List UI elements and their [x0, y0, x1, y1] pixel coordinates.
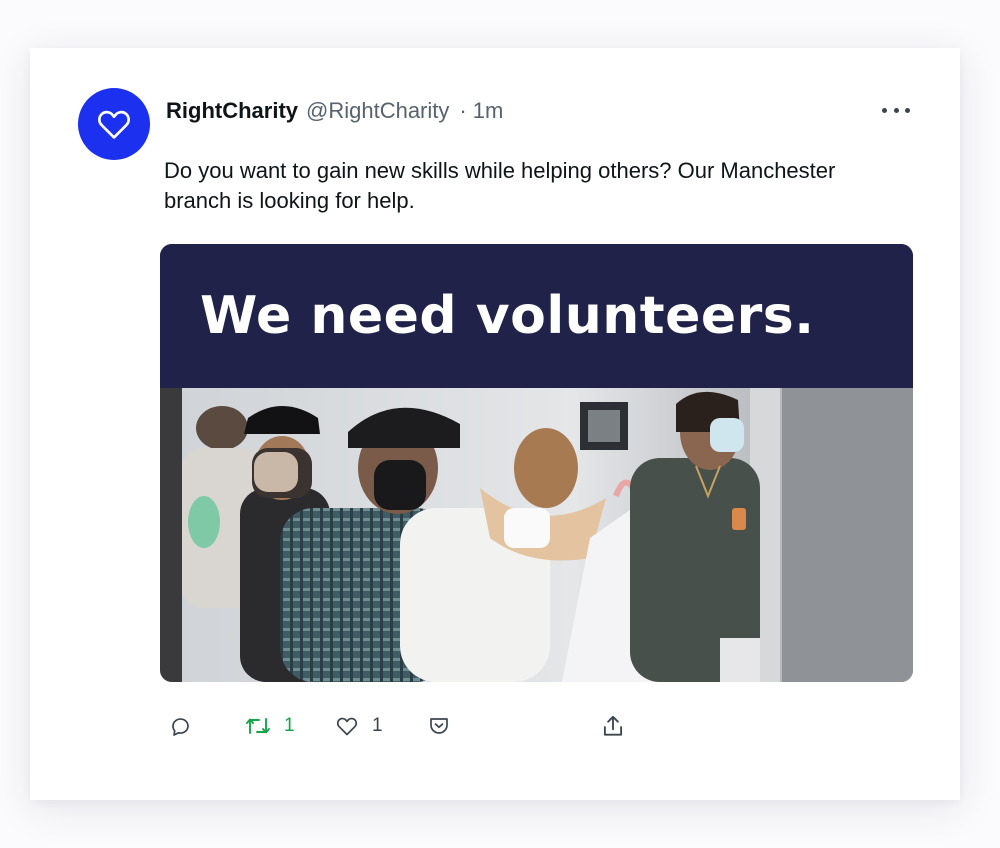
reply-button[interactable]	[168, 710, 192, 742]
tweet-media[interactable]: We need volunteers.	[160, 244, 913, 682]
pocket-save-icon	[430, 718, 448, 734]
reply-icon	[172, 718, 189, 736]
separator-dot: ·	[459, 98, 467, 123]
heart-outline-icon	[98, 110, 130, 139]
more-dot	[905, 107, 910, 113]
more-dot	[893, 107, 899, 113]
retweet-icon	[246, 718, 270, 734]
tweet-text: Do you want to gain new skills while hel…	[164, 158, 836, 213]
avatar[interactable]	[78, 88, 150, 160]
user-handle[interactable]: @RightCharity	[306, 98, 449, 124]
heart-icon	[336, 717, 358, 736]
media-banner: We need volunteers.	[160, 244, 913, 388]
like-button[interactable]: 1	[334, 710, 383, 742]
display-name[interactable]: RightCharity	[166, 98, 298, 124]
tweet-actions: 1 1	[168, 710, 638, 742]
share-button[interactable]	[600, 710, 626, 742]
tweet-card: RightCharity @RightCharity · 1m Do you w…	[30, 48, 960, 800]
timestamp[interactable]: 1m	[473, 98, 504, 124]
retweet-count: 1	[284, 715, 295, 736]
retweet-button[interactable]: 1	[244, 710, 295, 742]
volunteers-photo	[160, 388, 913, 682]
more-options-icon[interactable]	[882, 102, 910, 118]
like-count: 1	[372, 715, 383, 736]
media-headline: We need volunteers.	[200, 286, 815, 346]
tweet-header: RightCharity @RightCharity · 1m	[166, 98, 503, 124]
more-dot	[882, 107, 887, 113]
save-button[interactable]	[426, 710, 452, 742]
share-icon	[603, 715, 623, 736]
